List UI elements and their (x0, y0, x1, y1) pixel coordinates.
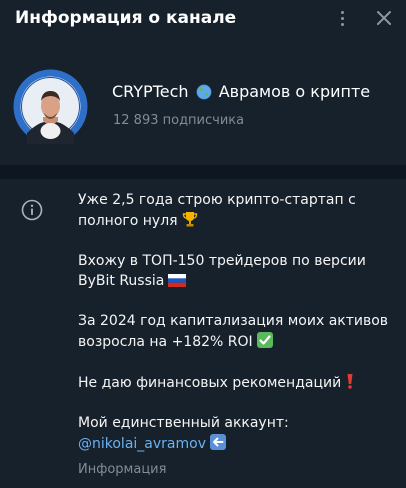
header: Информация о канале (0, 0, 406, 38)
account-mention-link[interactable]: @nikolai_avramov (78, 436, 206, 452)
close-icon[interactable] (374, 8, 394, 28)
exclamation-icon (347, 374, 353, 389)
left-arrow-icon (209, 434, 226, 450)
subscriber-count: 12 893 подписчика (113, 113, 245, 128)
channel-profile: CRYPTech Аврамов о крипте 12 893 подписч… (0, 55, 406, 155)
page-title: Информация о канале (15, 8, 237, 28)
description-line: Уже 2,5 года строю крипто-стартап с полн… (78, 192, 356, 229)
channel-name-suffix: Аврамов о крипте (218, 82, 371, 101)
info-label: Информация (78, 462, 167, 477)
more-options-icon[interactable] (334, 7, 350, 29)
description-line: Мой единственный аккаунт: @nikolai_avramo… (78, 415, 289, 452)
channel-avatar[interactable] (13, 69, 88, 144)
russia-flag-icon (168, 274, 187, 287)
description-line: Не даю финансовых рекомендаций (78, 372, 393, 393)
channel-description: Уже 2,5 года строю крипто-стартап с полн… (78, 190, 393, 454)
section-divider (0, 165, 406, 179)
channel-name-prefix: CRYPTech (112, 82, 189, 101)
globe-icon (196, 84, 212, 100)
check-mark-icon (256, 332, 273, 348)
description-line: За 2024 год капитализация моих активов в… (78, 313, 389, 350)
info-icon (21, 199, 43, 221)
channel-name: CRYPTech Аврамов о крипте (112, 82, 370, 101)
description-line: Вхожу в ТОП-150 трейдеров по версии ByBi… (78, 253, 366, 289)
trophy-icon (182, 212, 197, 227)
